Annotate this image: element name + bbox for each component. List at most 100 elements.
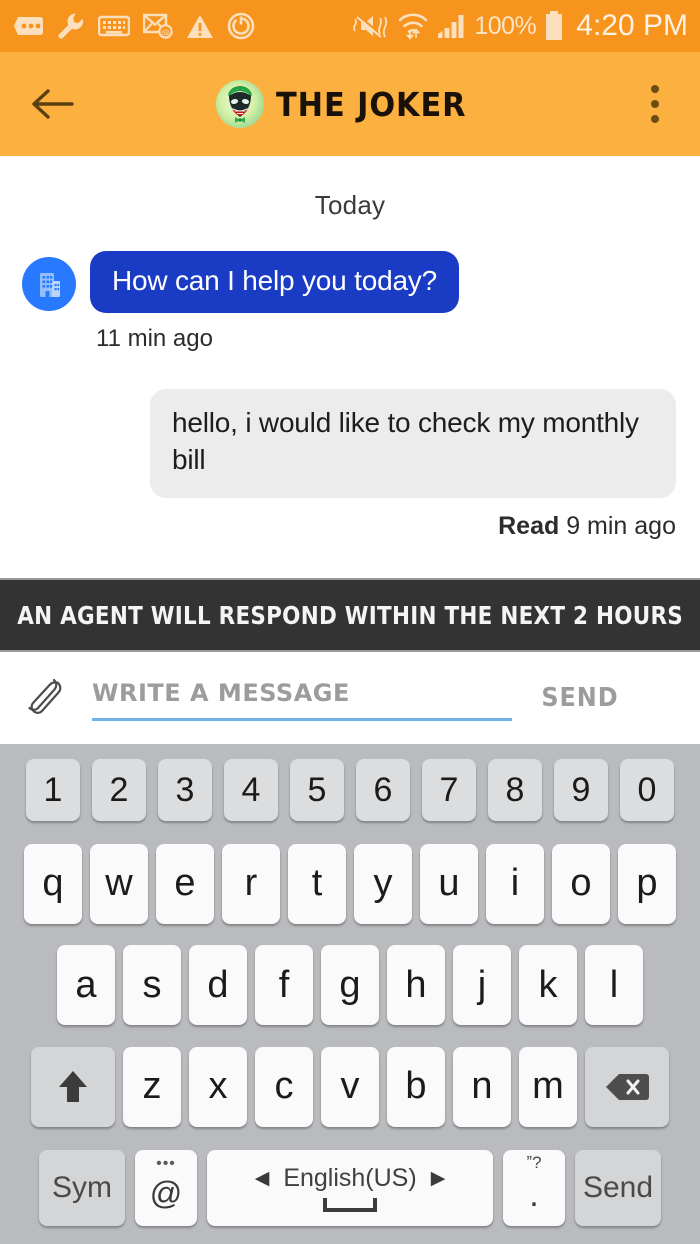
message-input[interactable] (92, 669, 512, 717)
key-g[interactable]: g (321, 945, 379, 1025)
keyboard-send-key[interactable]: Send (575, 1150, 661, 1226)
key-4[interactable]: 4 (224, 759, 278, 821)
space-key-language-label: English(US) (283, 1164, 417, 1192)
key-5[interactable]: 5 (290, 759, 344, 821)
key-b[interactable]: b (387, 1046, 445, 1127)
at-key[interactable]: ••• @ (135, 1150, 197, 1226)
message-status-outgoing: Read 9 min ago (0, 498, 700, 541)
space-bar-glyph-icon (323, 1198, 377, 1212)
overflow-dot (651, 115, 659, 123)
space-key-language-row: ◀ English(US) ▶ (255, 1164, 446, 1193)
on-screen-keyboard[interactable]: 1 2 3 4 5 6 7 8 9 0 q w e r t y u i o p … (0, 744, 700, 1244)
keyboard-icon (97, 14, 131, 38)
key-h[interactable]: h (387, 945, 445, 1025)
shift-key[interactable] (31, 1046, 115, 1127)
key-9[interactable]: 9 (554, 759, 608, 821)
key-0[interactable]: 0 (620, 759, 674, 821)
power-sync-icon (227, 12, 255, 40)
message-row-outgoing: hello, i would like to check my monthly … (0, 353, 700, 498)
symbols-key[interactable]: Sym (39, 1150, 125, 1226)
key-o[interactable]: o (552, 843, 610, 924)
overflow-dot (651, 85, 659, 93)
overflow-dot (651, 100, 659, 108)
chat-message-list[interactable]: Today How can I help you today? 11 min a… (0, 156, 700, 578)
message-bubble-outgoing[interactable]: hello, i would like to check my monthly … (150, 389, 676, 498)
warning-triangle-icon (186, 14, 214, 39)
keyboard-row-asdf: a s d f g h j k l (6, 939, 694, 1031)
more-messages-icon (14, 14, 44, 38)
backspace-delete-icon (606, 1073, 649, 1100)
message-timestamp-outgoing: 9 min ago (566, 511, 676, 540)
message-input-wrapper (92, 669, 512, 727)
page-title: THE JOKER (276, 84, 467, 124)
overflow-menu-icon[interactable] (632, 76, 678, 132)
back-button[interactable] (26, 78, 78, 130)
key-l[interactable]: l (585, 945, 643, 1025)
key-x[interactable]: x (189, 1046, 247, 1127)
at-key-minidots: ••• (156, 1155, 176, 1172)
signal-bars-icon (437, 14, 465, 39)
key-m[interactable]: m (519, 1046, 577, 1127)
message-composer: SEND (0, 652, 700, 744)
key-7[interactable]: 7 (422, 759, 476, 821)
key-1[interactable]: 1 (26, 759, 80, 821)
key-v[interactable]: v (321, 1046, 379, 1127)
battery-full-icon (545, 11, 563, 41)
agent-response-banner: AN AGENT WILL RESPOND WITHIN THE NEXT 2 … (0, 578, 700, 652)
backspace-key[interactable] (585, 1046, 669, 1127)
wrench-icon (57, 12, 85, 40)
next-language-icon[interactable]: ▶ (431, 1167, 446, 1190)
battery-percent-label: 100% (474, 11, 537, 40)
back-arrow-icon (32, 89, 74, 119)
prev-language-icon[interactable]: ◀ (255, 1167, 270, 1190)
key-3[interactable]: 3 (158, 759, 212, 821)
app-bar-title-group: THE JOKER (0, 80, 700, 128)
day-separator: Today (314, 190, 386, 220)
key-t[interactable]: t (288, 843, 346, 924)
period-key[interactable]: ˮ? . (503, 1150, 565, 1226)
key-j[interactable]: j (453, 945, 511, 1025)
key-p[interactable]: p (618, 843, 676, 924)
paperclip-icon (28, 678, 62, 714)
status-bar-right-icons: 100% 4:20 PM (353, 11, 688, 41)
status-bar: @ 100% 4:20 PM (0, 0, 700, 52)
key-8[interactable]: 8 (488, 759, 542, 821)
keyboard-row-bottom: Sym ••• @ ◀ English(US) ▶ ˮ? . Send (6, 1142, 694, 1234)
shift-up-arrow-icon (59, 1070, 87, 1102)
key-a[interactable]: a (57, 945, 115, 1025)
key-s[interactable]: s (123, 945, 181, 1025)
status-bar-left-icons: @ (14, 12, 255, 40)
key-n[interactable]: n (453, 1046, 511, 1127)
keyboard-row-numbers: 1 2 3 4 5 6 7 8 9 0 (6, 752, 694, 828)
key-w[interactable]: w (90, 843, 148, 924)
app-bar: THE JOKER (0, 52, 700, 156)
key-k[interactable]: k (519, 945, 577, 1025)
message-row-incoming: How can I help you today? (0, 251, 700, 314)
key-c[interactable]: c (255, 1046, 313, 1127)
key-d[interactable]: d (189, 945, 247, 1025)
key-r[interactable]: r (222, 843, 280, 924)
input-underline (92, 718, 512, 721)
attach-button[interactable] (20, 667, 76, 729)
key-6[interactable]: 6 (356, 759, 410, 821)
at-key-label: @ (149, 1174, 183, 1211)
phone-screen: @ 100% 4:20 PM THE JOKER Today How can I… (0, 0, 700, 1244)
space-key[interactable]: ◀ English(US) ▶ (207, 1150, 493, 1226)
message-timestamp-incoming: 11 min ago (96, 325, 213, 353)
period-key-label: . (529, 1175, 539, 1214)
key-u[interactable]: u (420, 843, 478, 924)
send-button[interactable]: SEND (536, 677, 624, 719)
email-at-icon: @ (142, 13, 173, 39)
keyboard-row-qwerty: q w e r t y u i o p (6, 838, 694, 930)
wifi-transfer-icon (398, 13, 428, 40)
avatar[interactable] (216, 80, 265, 128)
key-z[interactable]: z (123, 1046, 181, 1127)
message-bubble-incoming[interactable]: How can I help you today? (90, 251, 459, 314)
key-q[interactable]: q (24, 843, 82, 924)
key-2[interactable]: 2 (92, 759, 146, 821)
key-i[interactable]: i (486, 843, 544, 924)
key-f[interactable]: f (255, 945, 313, 1025)
key-e[interactable]: e (156, 843, 214, 924)
key-y[interactable]: y (354, 843, 412, 924)
read-receipt-label: Read (498, 511, 560, 540)
